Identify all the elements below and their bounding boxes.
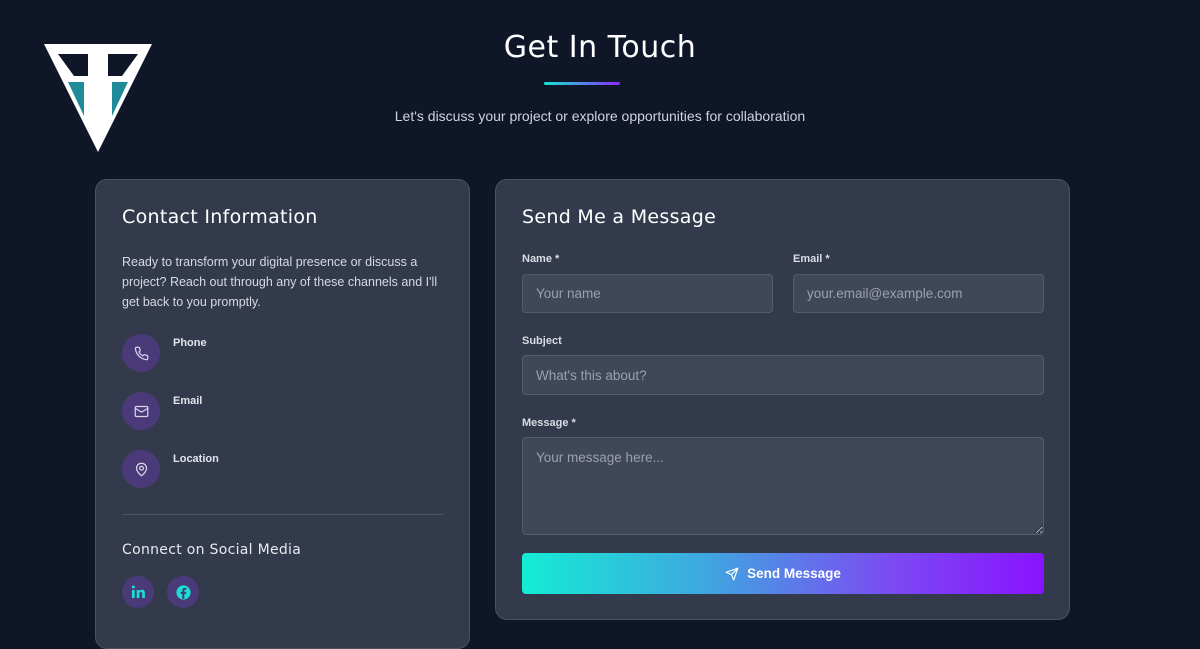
mail-icon (122, 392, 160, 430)
message-textarea[interactable] (522, 437, 1044, 535)
section-divider (122, 514, 443, 515)
subject-label: Subject (522, 335, 562, 347)
contact-info-card: Contact Information Ready to transform y… (95, 179, 470, 649)
page-subtitle: Let's discuss your project or explore op… (394, 108, 806, 124)
subject-input[interactable] (522, 355, 1044, 395)
linkedin-icon (131, 585, 145, 598)
phone-icon (122, 334, 160, 372)
name-input[interactable] (522, 274, 773, 313)
send-icon (725, 567, 739, 580)
map-pin-icon (122, 450, 160, 488)
contact-info-intro: Ready to transform your digital presence… (122, 255, 438, 309)
facebook-icon (175, 584, 191, 600)
email-label: Email * (793, 253, 830, 265)
message-form-card: Send Me a Message Name * Email * Subject… (495, 179, 1070, 620)
contact-label-location: Location (173, 453, 219, 465)
contact-label-email: Email (173, 395, 203, 407)
contact-item-email[interactable]: Email (122, 392, 422, 432)
send-message-button[interactable]: Send Message (522, 553, 1044, 594)
contact-item-location[interactable]: Location (122, 450, 422, 490)
form-title: Send Me a Message (522, 206, 717, 228)
page-title: Get In Touch (503, 30, 697, 65)
send-message-label: Send Message (747, 566, 841, 581)
title-underline (544, 82, 620, 85)
contact-label-phone: Phone (173, 337, 207, 349)
facebook-link[interactable] (167, 576, 199, 608)
linkedin-link[interactable] (122, 576, 154, 608)
message-label: Message * (522, 417, 576, 429)
social-title: Connect on Social Media (122, 542, 302, 558)
contact-info-title: Contact Information (122, 206, 318, 228)
name-label: Name * (522, 253, 560, 265)
contact-item-phone[interactable]: Phone (122, 334, 422, 374)
email-input[interactable] (793, 274, 1044, 313)
